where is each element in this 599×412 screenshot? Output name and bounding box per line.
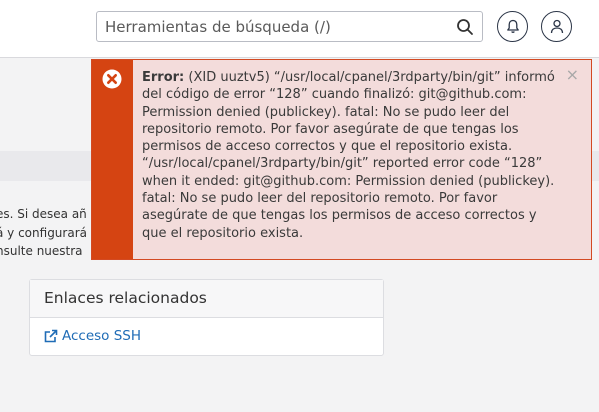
- external-link-icon: [44, 329, 58, 343]
- search-box[interactable]: [96, 11, 483, 42]
- user-menu-button[interactable]: [541, 11, 572, 42]
- ssh-access-label: Acceso SSH: [62, 328, 142, 344]
- alert-message: Error: (XID uuztv5) “/usr/local/cpanel/3…: [142, 69, 562, 242]
- error-icon: [102, 69, 122, 89]
- alert-body: (XID uuztv5) “/usr/local/cpanel/3rdparty…: [142, 70, 555, 241]
- body-text-line: nsulte nuestra: [0, 244, 83, 258]
- ssh-access-link[interactable]: Acceso SSH: [44, 328, 141, 344]
- related-links-title: Enlaces relacionados: [30, 280, 383, 318]
- notifications-button[interactable]: [497, 11, 528, 42]
- search-input[interactable]: [97, 12, 463, 41]
- error-alert: Error: (XID uuztv5) “/usr/local/cpanel/3…: [91, 59, 592, 260]
- alert-label: Error:: [142, 70, 185, 85]
- user-icon: [550, 19, 563, 34]
- alert-accent-strip: [92, 60, 133, 259]
- related-links-panel: Enlaces relacionados Acceso SSH: [29, 279, 384, 356]
- body-text-line: á y configurará: [0, 226, 87, 240]
- body-text-line: es. Si desea añ: [0, 207, 87, 221]
- close-icon[interactable]: ×: [566, 67, 579, 83]
- search-icon[interactable]: [456, 18, 474, 36]
- bell-icon: [506, 19, 519, 34]
- top-header: [0, 0, 599, 58]
